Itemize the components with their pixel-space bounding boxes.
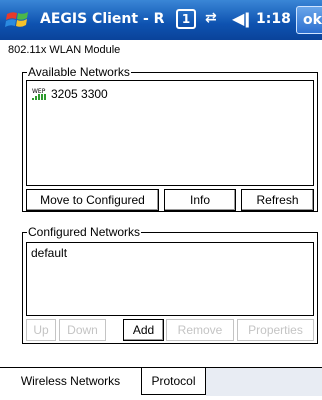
up-button[interactable]: Up — [26, 319, 56, 341]
available-networks-list[interactable]: WEP 3205 3300 — [26, 80, 314, 186]
title-bar: AEGIS Client - R 1 ⇄ ◀ǀ 1:18 ok — [0, 0, 322, 40]
tab-wireless-networks[interactable]: Wireless Networks — [0, 368, 142, 395]
module-label: 802.11x WLAN Module — [8, 44, 121, 56]
add-button[interactable]: Add — [123, 319, 164, 341]
list-item[interactable]: WEP 3205 3300 — [31, 87, 108, 101]
list-item[interactable]: default — [31, 246, 67, 260]
ok-button[interactable]: ok — [296, 6, 322, 34]
properties-button[interactable]: Properties — [237, 319, 314, 341]
refresh-button[interactable]: Refresh — [241, 189, 314, 211]
down-button[interactable]: Down — [59, 319, 106, 341]
svg-text:WEP: WEP — [32, 88, 46, 95]
remove-button[interactable]: Remove — [166, 319, 234, 341]
clock[interactable]: 1:18 — [256, 11, 291, 27]
notification-count-icon[interactable]: 1 — [176, 9, 196, 29]
connectivity-icon[interactable]: ⇄ — [205, 10, 217, 26]
network-ssid: 3205 3300 — [51, 87, 108, 101]
tab-protocol[interactable]: Protocol — [142, 368, 206, 395]
window-title: AEGIS Client - R — [40, 11, 165, 27]
configured-networks-title: Configured Networks — [27, 225, 142, 239]
configured-networks-list[interactable]: default — [26, 242, 314, 316]
move-to-configured-button[interactable]: Move to Configured — [26, 189, 159, 211]
available-networks-title: Available Networks — [27, 65, 131, 79]
tab-strip-background — [206, 368, 322, 396]
windows-logo-icon[interactable] — [4, 6, 32, 34]
volume-icon[interactable]: ◀ǀ — [232, 9, 250, 28]
network-name: default — [31, 246, 68, 260]
info-button[interactable]: Info — [164, 189, 236, 211]
wep-signal-icon: WEP — [31, 87, 49, 101]
